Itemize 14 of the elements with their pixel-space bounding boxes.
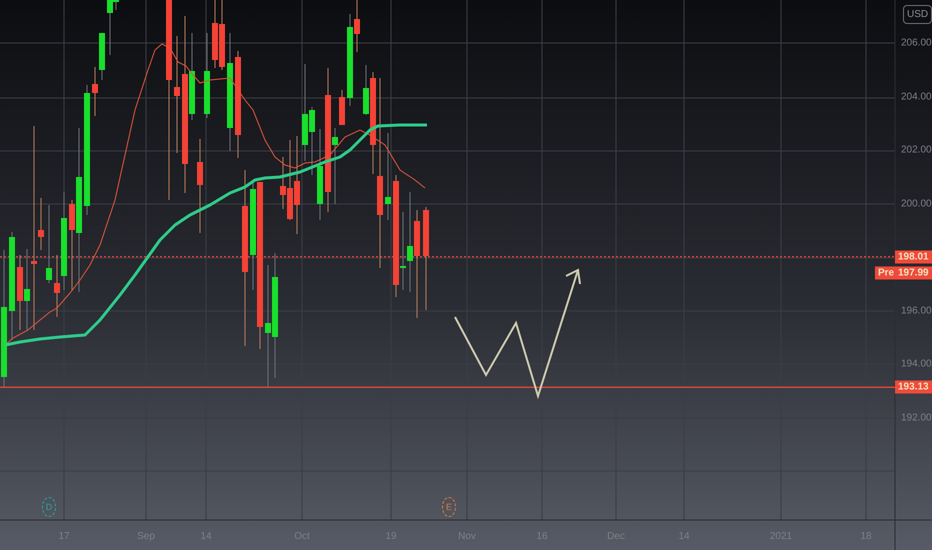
candlestick [339,90,345,125]
price-tick: 206.00 [901,38,932,48]
price-tick: 194.00 [901,358,932,370]
pre-market-price-label: 197.99 [895,266,932,280]
level-price-label: 193.13 [895,380,932,394]
currency-label[interactable]: USD [903,5,932,24]
event-marker[interactable]: E [442,497,456,517]
price-tick: 202.00 [901,144,932,156]
event-marker[interactable]: D [42,497,56,517]
last-price-label: 198.01 [895,250,932,264]
price-tick: 200.00 [901,198,932,209]
price-tick: 196.00 [901,305,932,316]
price-tick: 192.00 [901,412,932,423]
price-tick: 204.00 [901,91,932,102]
